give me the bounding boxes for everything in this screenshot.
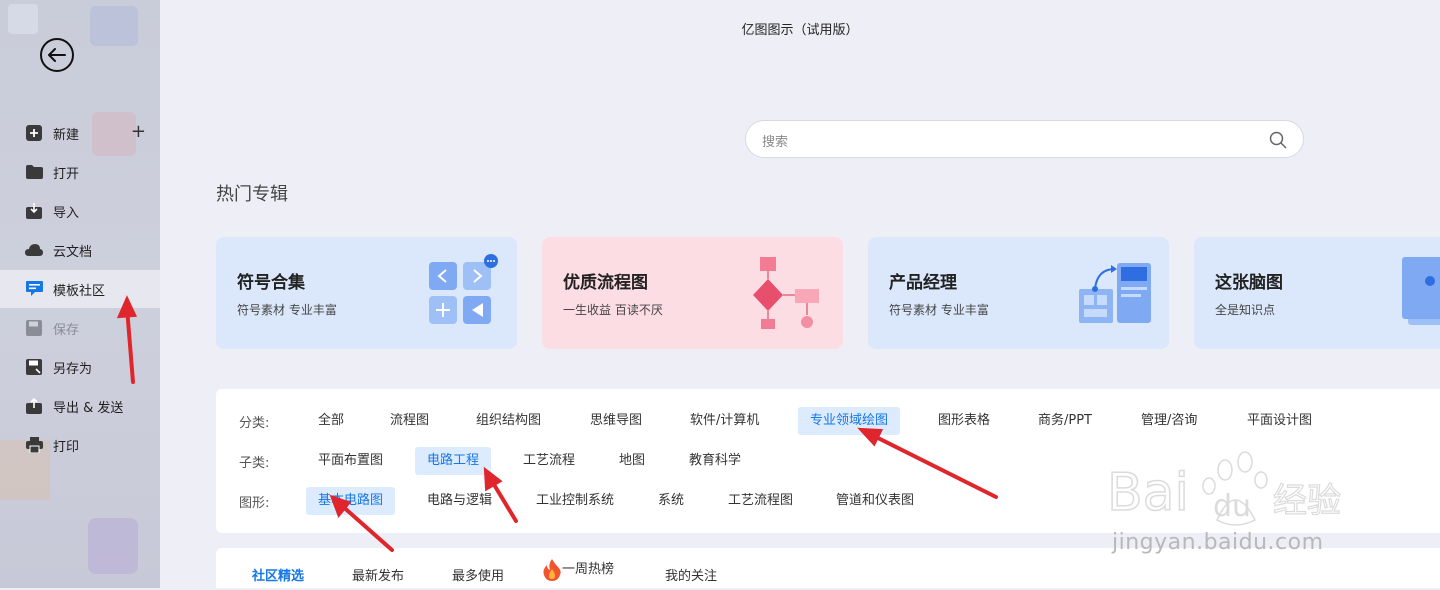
card-subtitle: 符号素材 专业丰富 — [237, 303, 337, 317]
tab-label: 一周热榜 — [562, 562, 615, 577]
card-title: 符号合集 — [237, 273, 305, 293]
subcategory-tag[interactable]: 地图 — [607, 447, 657, 475]
card-subtitle: 一生收益 百读不厌 — [563, 303, 663, 317]
search-input[interactable]: 搜索 — [745, 120, 1304, 158]
cloud-icon — [25, 241, 43, 259]
tab-following[interactable]: 我的关注 — [665, 565, 717, 584]
tab-most-used[interactable]: 最多使用 — [452, 565, 504, 584]
album-card-mindmap[interactable]: 这张脑图 全是知识点 — [1194, 237, 1440, 349]
category-tag[interactable]: 平面设计图 — [1235, 407, 1324, 435]
shape-tag[interactable]: 工艺流程图 — [716, 487, 805, 515]
blurred-background — [88, 518, 138, 574]
album-card-product-manager[interactable]: 产品经理 符号素材 专业丰富 — [868, 237, 1169, 349]
sidebar-item-print[interactable]: 打印 — [0, 426, 160, 464]
shape-tag[interactable]: 管道和仪表图 — [824, 487, 926, 515]
export-icon — [25, 397, 43, 415]
sidebar-item-label: 云文档 — [53, 244, 93, 260]
fire-icon — [543, 558, 561, 581]
mindmap-icon — [1402, 257, 1440, 325]
album-card-flowchart[interactable]: 优质流程图 一生收益 百读不厌 — [542, 237, 843, 349]
category-tag[interactable]: 图形表格 — [926, 407, 1002, 435]
category-tag[interactable]: 商务/PPT — [1026, 407, 1104, 435]
import-icon — [25, 202, 43, 220]
shape-tag[interactable]: 工业控制系统 — [524, 487, 626, 515]
plus-square-icon — [25, 124, 43, 142]
category-tag[interactable]: 全部 — [306, 407, 356, 435]
sidebar-item-save-as[interactable]: 另存为 — [0, 348, 160, 386]
filter-panel: 分类: 全部 流程图 组织结构图 思维导图 软件/计算机 专业领域绘图 图形表格… — [216, 389, 1440, 533]
flowchart-icon — [753, 257, 819, 329]
category-tag[interactable]: 思维导图 — [578, 407, 654, 435]
symbol-grid-icon — [429, 254, 498, 324]
category-label: 分类: — [239, 415, 270, 431]
shape-tag[interactable]: 电路与逻辑 — [415, 487, 504, 515]
sidebar-item-label: 保存 — [53, 322, 80, 338]
category-tag[interactable]: 软件/计算机 — [678, 407, 771, 435]
sidebar-item-template-community[interactable]: 模板社区 — [0, 270, 160, 308]
sidebar-item-label: 打开 — [53, 166, 80, 182]
sidebar-item-cloud[interactable]: 云文档 — [0, 231, 160, 269]
sidebar-item-import[interactable]: 导入 — [0, 192, 160, 230]
category-tag[interactable]: 组织结构图 — [464, 407, 553, 435]
sidebar-item-save[interactable]: 保存 — [0, 309, 160, 347]
subcategory-row: 子类: 平面布置图 电路工程 工艺流程 地图 教育科学 — [216, 446, 1440, 476]
folder-icon — [25, 163, 43, 181]
card-subtitle: 全是知识点 — [1215, 303, 1276, 317]
window-title: 亿图图示（试用版） — [741, 23, 859, 38]
section-title: 热门专辑 — [216, 184, 288, 205]
sidebar-item-label: 导入 — [53, 205, 80, 221]
sidebar-item-label: 导出 & 发送 — [53, 400, 124, 416]
sidebar-item-label: 模板社区 — [53, 283, 106, 299]
card-title: 优质流程图 — [563, 273, 648, 293]
subcategory-tag[interactable]: 教育科学 — [677, 447, 753, 475]
printer-icon — [25, 436, 43, 454]
add-icon[interactable]: + — [131, 123, 146, 141]
tab-community-picks[interactable]: 社区精选 — [252, 565, 304, 584]
save-icon — [25, 319, 43, 337]
album-card-symbols[interactable]: 符号合集 符号素材 专业丰富 — [216, 237, 517, 349]
save-as-icon — [25, 358, 43, 376]
subcategory-tag-selected[interactable]: 电路工程 — [415, 447, 492, 475]
sidebar-item-label: 打印 — [53, 439, 80, 455]
shape-tag-selected[interactable]: 基本电路图 — [306, 487, 396, 515]
community-icon — [25, 280, 43, 298]
shape-tag[interactable]: 系统 — [646, 487, 696, 515]
sidebar-item-new[interactable]: 新建 + — [0, 114, 160, 152]
product-wireframe-icon — [1079, 263, 1151, 323]
card-title: 产品经理 — [889, 273, 957, 293]
tab-latest[interactable]: 最新发布 — [352, 565, 404, 584]
sidebar-item-label: 新建 — [53, 127, 80, 143]
category-row: 分类: 全部 流程图 组织结构图 思维导图 软件/计算机 专业领域绘图 图形表格… — [216, 406, 1440, 436]
sidebar: 新建 + 打开 导入 云文档 模板社区 保存 另存为 导出 & 发送 打印 — [0, 0, 160, 588]
search-icon[interactable] — [1269, 131, 1287, 153]
watermark-url: jingyan.baidu.com — [1112, 530, 1324, 555]
category-tag[interactable]: 流程图 — [378, 407, 441, 435]
subcategory-label: 子类: — [239, 455, 270, 471]
shape-row: 图形: 基本电路图 电路与逻辑 工业控制系统 系统 工艺流程图 管道和仪表图 — [216, 486, 1440, 516]
shape-label: 图形: — [239, 495, 270, 511]
sidebar-item-export-send[interactable]: 导出 & 发送 — [0, 387, 160, 425]
tab-weekly-hot[interactable]: 一周热榜 — [542, 558, 614, 581]
arrow-left-icon — [48, 48, 66, 62]
card-subtitle: 符号素材 专业丰富 — [889, 303, 989, 317]
search-placeholder: 搜索 — [762, 135, 789, 150]
subcategory-tag[interactable]: 平面布置图 — [306, 447, 395, 475]
subcategory-tag[interactable]: 工艺流程 — [511, 447, 587, 475]
card-title: 这张脑图 — [1215, 273, 1283, 293]
back-button[interactable] — [40, 38, 74, 72]
sidebar-item-open[interactable]: 打开 — [0, 153, 160, 191]
category-tag-selected[interactable]: 专业领域绘图 — [798, 407, 901, 435]
category-tag[interactable]: 管理/咨询 — [1129, 407, 1209, 435]
sidebar-item-label: 另存为 — [53, 361, 93, 377]
